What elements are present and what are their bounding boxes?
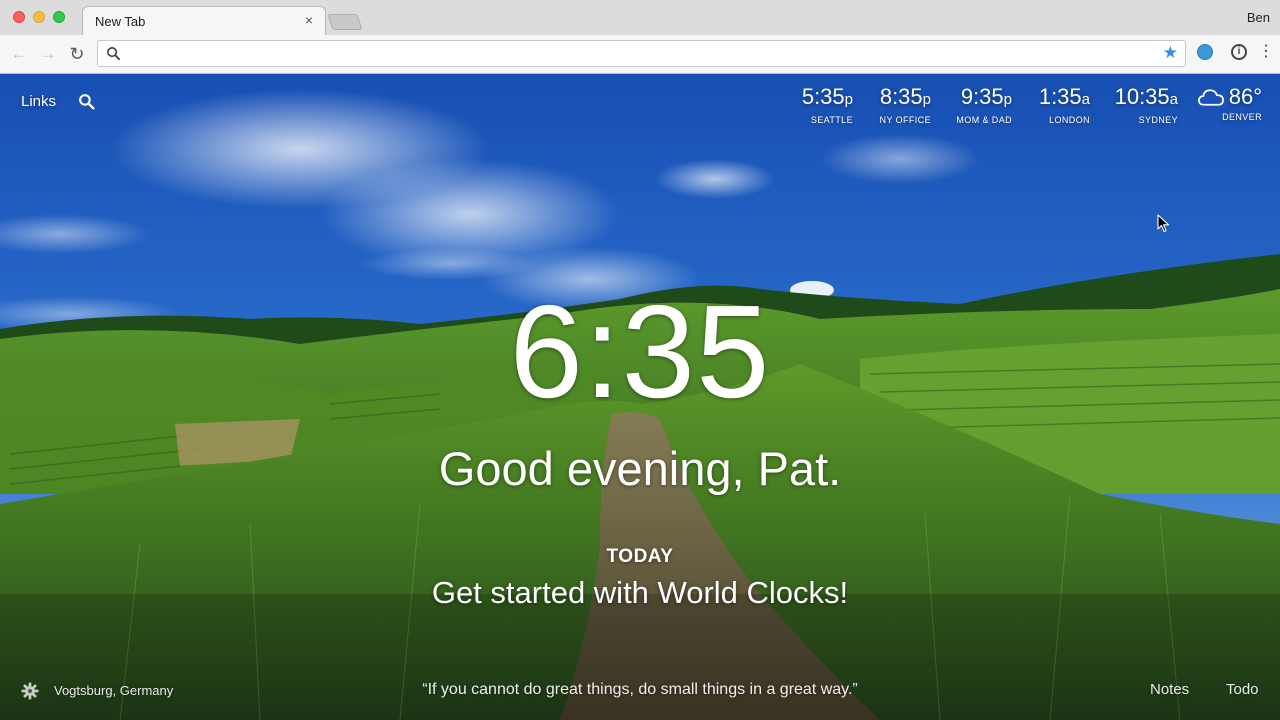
clock-label: LONDON <box>1049 115 1090 125</box>
extension-icon[interactable] <box>1197 44 1213 60</box>
search-icon <box>107 47 121 61</box>
links-button[interactable]: Links <box>21 93 56 110</box>
tab-title: New Tab <box>95 14 146 29</box>
clock-time: 5:35 <box>801 84 845 109</box>
clock-suffix: p <box>844 91 853 108</box>
todo-button[interactable]: Todo <box>1226 681 1259 698</box>
main-clock: 6:35 <box>509 278 771 425</box>
clock-label: SEATTLE <box>810 115 853 125</box>
profile-name[interactable]: Ben <box>1247 10 1270 25</box>
window-maximize-button[interactable] <box>53 11 65 23</box>
clock-label: MOM & DAD <box>956 115 1012 125</box>
tab-new-tab[interactable]: New Tab × <box>82 6 326 35</box>
browser-toolbar: ← → ↻ ★ <box>0 35 1280 73</box>
weather-location: DENVER <box>1222 112 1262 122</box>
info-icon[interactable]: i <box>1231 44 1247 60</box>
cloud-icon <box>1198 89 1224 106</box>
clock-ny-office[interactable]: 8:35p NY OFFICE <box>880 84 931 125</box>
notes-button[interactable]: Notes <box>1150 681 1189 698</box>
tab-close-icon[interactable]: × <box>305 12 313 28</box>
clock-suffix: a <box>1081 91 1090 108</box>
weather-widget[interactable]: 86° DENVER <box>1222 84 1262 122</box>
quote: “If you cannot do great things, do small… <box>422 681 858 698</box>
weather-temp: 86° <box>1228 84 1262 109</box>
clock-suffix: p <box>922 91 931 108</box>
browser-chrome: New Tab × Ben ← → ↻ ★ i ⋮ <box>0 0 1280 74</box>
clock-seattle[interactable]: 5:35p SEATTLE <box>802 84 853 125</box>
menu-icon[interactable]: ⋮ <box>1258 42 1274 62</box>
forward-button[interactable]: → <box>38 44 58 64</box>
reload-button[interactable]: ↻ <box>67 44 87 64</box>
window-minimize-button[interactable] <box>33 11 45 23</box>
new-tab-page: Links 5:35p SEATTLE 8:35p NY OFFICE 9:35… <box>0 74 1280 720</box>
clock-london[interactable]: 1:35a LONDON <box>1039 84 1090 125</box>
clock-sydney[interactable]: 10:35a SYDNEY <box>1115 84 1178 125</box>
today-label: TODAY <box>606 546 674 567</box>
clock-mom-dad[interactable]: 9:35p MOM & DAD <box>956 84 1012 125</box>
clock-time: 9:35 <box>960 84 1004 109</box>
clock-time: 10:35 <box>1114 84 1170 109</box>
today-focus[interactable]: Get started with World Clocks! <box>0 575 1280 611</box>
greeting: Good evening, Pat. <box>438 442 842 495</box>
back-button[interactable]: ← <box>9 44 29 64</box>
clock-label: SYDNEY <box>1138 115 1178 125</box>
clock-time: 8:35 <box>879 84 923 109</box>
new-tab-button[interactable] <box>327 14 363 30</box>
address-bar[interactable]: ★ <box>97 40 1186 67</box>
window-close-button[interactable] <box>13 11 25 23</box>
search-icon[interactable] <box>78 93 95 110</box>
bookmark-star-icon[interactable]: ★ <box>1163 43 1178 63</box>
clock-time: 1:35 <box>1038 84 1082 109</box>
clock-suffix: p <box>1003 91 1012 108</box>
mouse-cursor-icon <box>1157 214 1170 233</box>
clock-label: NY OFFICE <box>879 115 931 125</box>
clock-suffix: a <box>1169 91 1178 108</box>
